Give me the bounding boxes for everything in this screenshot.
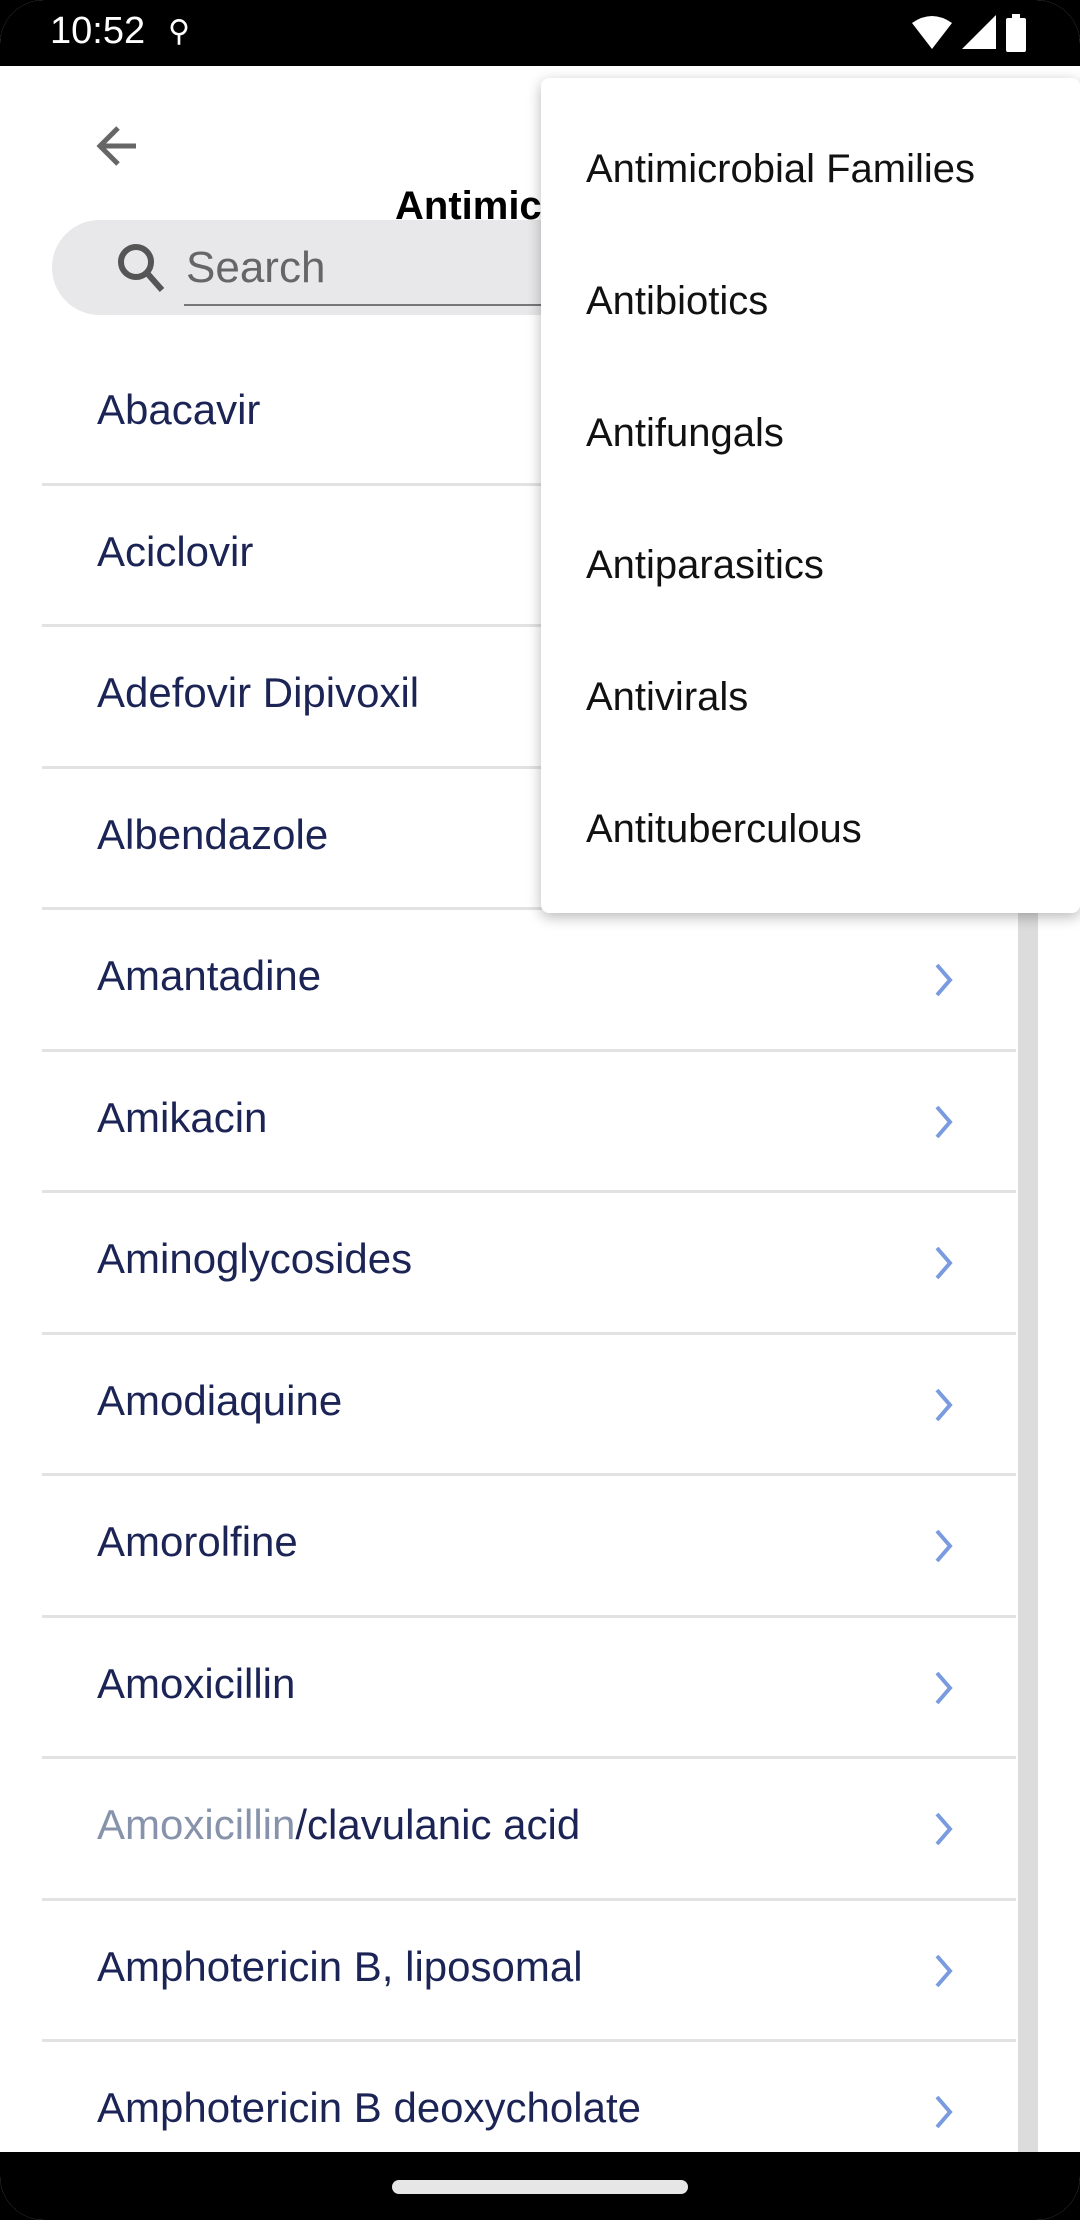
list-item-label: Adefovir Dipivoxil — [97, 669, 419, 717]
list-item-label: Albendazole — [97, 811, 328, 859]
chevron-right-icon — [935, 1105, 953, 1138]
list-item-label-dim: Amoxicillin — [97, 1801, 296, 1848]
list-item[interactable]: Amoxicillin — [42, 1618, 1016, 1759]
list-item[interactable]: Amodiaquine — [42, 1335, 1016, 1476]
list-item-label: Aminoglycosides — [97, 1235, 412, 1283]
list-item-label: Amoxicillin/clavulanic acid — [97, 1801, 580, 1849]
list-item-label: Amphotericin B, liposomal — [97, 1943, 583, 1991]
list-item-label: Amphotericin B deoxycholate — [97, 2084, 641, 2132]
list-item-label-text: Abacavir — [97, 386, 261, 433]
signal-icon — [962, 15, 996, 49]
chevron-right-icon — [935, 1529, 953, 1563]
chevron-right-icon — [935, 1954, 953, 1987]
menu-item[interactable]: Antivirals — [541, 631, 1080, 763]
menu-item[interactable]: Antiparasitics — [541, 499, 1080, 631]
list-item-label: Amantadine — [97, 952, 321, 1000]
list-item[interactable]: Amorolfine — [42, 1476, 1016, 1618]
chevron-right-icon — [935, 1812, 953, 1846]
chevron-right-icon — [935, 1246, 953, 1280]
list-item-label: Amodiaquine — [97, 1377, 342, 1425]
system-icons — [912, 14, 1026, 52]
list-item-label-text: /clavulanic acid — [295, 1801, 581, 1848]
menu-item[interactable]: Antimicrobial Families — [541, 103, 1080, 235]
chevron-right-icon — [935, 1671, 953, 1704]
menu-item[interactable]: Antibiotics — [541, 235, 1080, 367]
navigation-bar — [0, 2152, 1080, 2220]
clock: 10:52 — [50, 10, 146, 52]
list-item[interactable]: Amantadine — [42, 910, 1016, 1052]
list-item-label-text: Amphotericin B deoxycholate — [97, 2084, 641, 2131]
dropdown-menu: Antimicrobial Families Antibiotics Antifun… — [541, 78, 1080, 913]
search-icon — [118, 244, 165, 292]
list-item[interactable]: Aminoglycosides — [42, 1193, 1016, 1335]
list-item-label-text: Albendazole — [97, 810, 329, 858]
list-item-label-text: Adefovir Dipivoxil — [97, 669, 420, 716]
list-item-label: Amorolfine — [97, 1518, 298, 1566]
menu-item[interactable]: Antituberculous — [541, 763, 1080, 895]
list-item-label-text: Amodiaquine — [97, 1376, 343, 1424]
list-item-label-text: Aciclovir — [97, 527, 254, 575]
menu-item[interactable]: Antifungals — [541, 367, 1080, 499]
home-handle[interactable] — [392, 2180, 688, 2194]
list-item-label-text: Amikacin — [97, 1093, 268, 1141]
list-item-label: Aciclovir — [97, 528, 253, 576]
list-item-label-text: Amphotericin B, liposomal — [97, 1942, 583, 1990]
back-arrow-icon[interactable] — [88, 116, 148, 176]
list-item[interactable]: Amphotericin B, liposomal — [42, 1901, 1016, 2042]
battery-icon — [1006, 14, 1026, 52]
list-item-label-text: Amorolfine — [97, 1518, 298, 1565]
list-item-label: Abacavir — [97, 386, 260, 434]
list-item[interactable]: Amikacin — [42, 1052, 1016, 1193]
chevron-right-icon — [935, 2095, 953, 2129]
list-item-label: Amoxicillin — [97, 1660, 295, 1708]
list-item-label: Amikacin — [97, 1094, 267, 1142]
status-bar: 10:52 ⚲ — [0, 0, 1080, 66]
list-item-label-text: Amantadine — [97, 952, 322, 999]
chevron-right-icon — [935, 1388, 953, 1421]
screen: 10:52 ⚲ Antimicrobials AbacavirAciclovir… — [0, 0, 1080, 2220]
list-item-label-text: Aminoglycosides — [97, 1235, 413, 1282]
chevron-right-icon — [935, 963, 953, 997]
notification-icon: ⚲ — [168, 15, 190, 48]
wifi-icon — [912, 16, 952, 49]
list-item-label-text: Amoxicillin — [97, 1659, 296, 1707]
list-item[interactable]: Amoxicillin/clavulanic acid — [42, 1759, 1016, 1901]
